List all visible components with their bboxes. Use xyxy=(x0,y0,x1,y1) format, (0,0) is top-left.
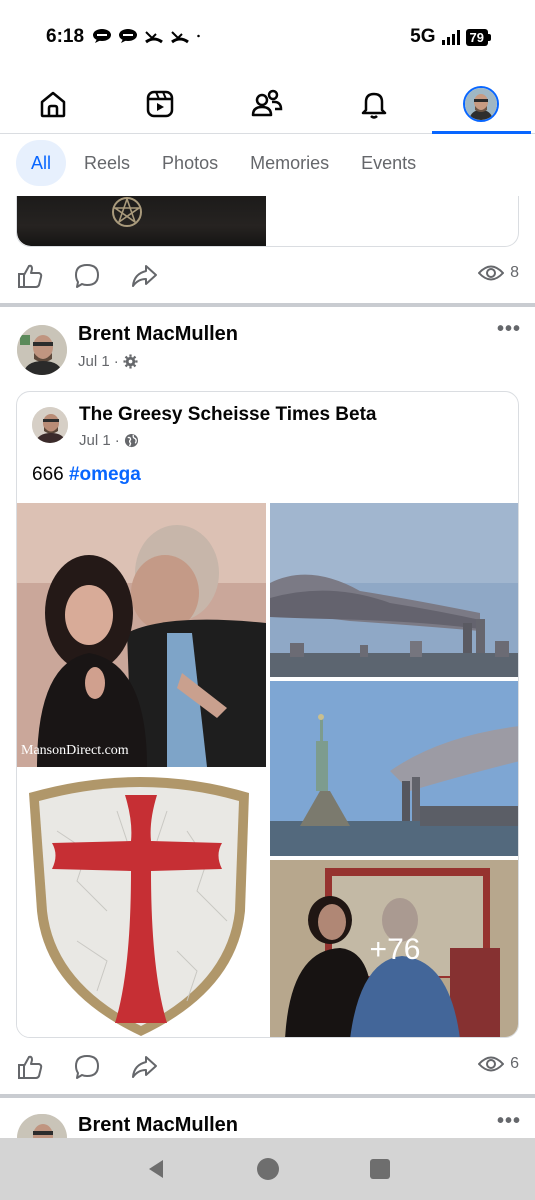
gear-icon xyxy=(123,354,138,369)
share-icon[interactable] xyxy=(130,262,158,290)
previous-post-view-count: 8 xyxy=(478,264,519,282)
missed-call-icon xyxy=(145,31,163,44)
bell-icon xyxy=(361,92,387,119)
top-nav xyxy=(0,76,535,134)
shared-post-card[interactable]: The Greesy Scheisse Times Beta Jul 1 · 6… xyxy=(16,391,519,1038)
friends-icon xyxy=(251,89,283,117)
nav-friends[interactable] xyxy=(245,82,289,126)
dot-icon xyxy=(197,34,200,38)
hashtag-link[interactable]: #omega xyxy=(69,464,141,485)
missed-call-icon xyxy=(171,31,189,44)
photo-couple[interactable]: MansonDirect.com xyxy=(17,503,266,767)
chat-bubble-icon xyxy=(119,29,137,43)
system-nav-bar xyxy=(0,1138,535,1200)
meta-separator: · xyxy=(114,432,120,449)
comment-icon[interactable] xyxy=(73,1053,101,1081)
home-button-icon[interactable] xyxy=(256,1157,280,1181)
video-icon xyxy=(146,90,174,118)
notification-icons xyxy=(92,28,206,44)
post-meta: Jul 1 · xyxy=(78,353,138,370)
eye-icon xyxy=(478,265,505,281)
previous-post-card[interactable] xyxy=(16,196,519,247)
like-icon[interactable] xyxy=(16,1053,44,1081)
page-avatar[interactable] xyxy=(32,407,68,443)
status-time: 6:18 xyxy=(46,26,85,47)
post-more-options-button[interactable]: ••• xyxy=(497,318,521,341)
signal-icon xyxy=(441,29,460,45)
post-date[interactable]: Jul 1 xyxy=(78,353,110,370)
status-bar: 6:18 5G 79 xyxy=(0,0,535,76)
battery-level: 79 xyxy=(465,28,488,46)
post-divider xyxy=(0,1094,535,1098)
nav-home[interactable] xyxy=(31,82,75,126)
nav-notifications[interactable] xyxy=(352,82,396,126)
nav-active-indicator xyxy=(432,131,531,134)
photo-skyline-smoke[interactable] xyxy=(270,503,518,677)
eye-icon xyxy=(478,1056,505,1072)
meta-separator: · xyxy=(113,353,119,370)
author-name[interactable]: Brent MacMullen xyxy=(78,323,238,346)
back-icon[interactable] xyxy=(145,1158,167,1180)
chip-memories[interactable]: Memories xyxy=(236,140,343,186)
post-actions: 6 xyxy=(0,1047,535,1087)
chip-events[interactable]: Events xyxy=(347,140,430,186)
home-icon xyxy=(40,91,66,118)
profile-avatar xyxy=(463,86,499,122)
next-author-name[interactable]: Brent MacMullen xyxy=(78,1114,238,1137)
recents-icon[interactable] xyxy=(369,1158,391,1180)
filter-chips: All Reels Photos Memories Events xyxy=(16,140,430,186)
nav-video[interactable] xyxy=(138,82,182,126)
pentagram-icon xyxy=(112,196,142,227)
more-photos-count[interactable]: +76 xyxy=(270,860,518,1037)
next-post-more-options-button[interactable]: ••• xyxy=(497,1110,521,1133)
status-right: 5G 79 xyxy=(410,26,491,48)
post-text: 666 #omega xyxy=(32,464,141,486)
view-count-number: 8 xyxy=(510,264,519,281)
nav-profile[interactable] xyxy=(459,82,503,126)
next-author-avatar[interactable] xyxy=(17,1114,67,1138)
photo-statue-skyline[interactable] xyxy=(270,681,518,856)
chat-bubble-icon xyxy=(93,29,111,43)
post-text-plain: 666 xyxy=(32,464,69,485)
shared-post-meta: Jul 1 · xyxy=(79,432,139,449)
like-icon[interactable] xyxy=(16,262,44,290)
page-name[interactable]: The Greesy Scheisse Times Beta xyxy=(79,404,376,426)
network-label: 5G xyxy=(410,26,436,47)
shared-post-date[interactable]: Jul 1 xyxy=(79,432,111,449)
share-icon[interactable] xyxy=(130,1053,158,1081)
view-count-number: 6 xyxy=(510,1055,519,1072)
chip-photos[interactable]: Photos xyxy=(148,140,232,186)
photo-more-overlay[interactable]: +76 xyxy=(270,860,518,1037)
chip-reels[interactable]: Reels xyxy=(70,140,144,186)
author-avatar[interactable] xyxy=(17,325,67,375)
globe-icon xyxy=(124,433,138,448)
post-divider xyxy=(0,303,535,307)
battery-icon: 79 xyxy=(465,28,491,46)
photo-crusader-shield[interactable] xyxy=(17,771,266,1037)
photo-caption: MansonDirect.com xyxy=(21,743,129,758)
previous-post-actions: 8 xyxy=(0,256,535,296)
previous-post-image[interactable] xyxy=(17,196,266,246)
comment-icon[interactable] xyxy=(73,262,101,290)
chip-all[interactable]: All xyxy=(16,140,67,186)
post-view-count: 6 xyxy=(478,1055,519,1073)
